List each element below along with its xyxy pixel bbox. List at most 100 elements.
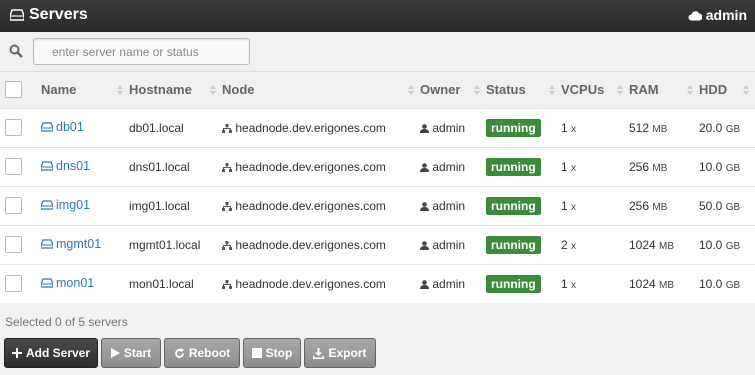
server-name: mon01 [56,276,95,291]
node-name: headnode.dev.erigones.com [235,276,386,291]
download-icon [313,347,325,359]
search-bar [0,32,755,72]
node-name: headnode.dev.erigones.com [235,120,386,135]
vcpus-unit: x [571,201,577,213]
hdd-unit: GB [725,201,741,213]
server-name: dns01 [56,159,91,173]
row-checkbox[interactable] [5,236,22,253]
server-name-link[interactable]: dns01 [41,159,90,173]
add-server-button[interactable]: Add Server [4,338,98,368]
hostname: mon01.local [129,276,194,291]
hdd-icon [41,161,53,171]
column-header-status[interactable]: Status [486,72,561,108]
row-checkbox[interactable] [5,119,22,136]
sort-icon [687,85,693,95]
status-badge: running [486,196,541,215]
hdd-value: 10.0 [699,159,723,174]
top-bar: Servers admin [0,0,755,32]
page-title-text: Servers [29,6,88,23]
server-name-link[interactable]: img01 [41,198,90,212]
page-title: Servers [10,6,88,24]
user-icon [420,163,429,172]
column-header-node[interactable]: Node [222,72,420,108]
vcpus-unit: x [571,123,577,135]
row-checkbox[interactable] [5,275,22,293]
export-button[interactable]: Export [304,338,376,368]
table-row[interactable]: img01 img01.local headnode.dev.erigones.c… [0,186,755,225]
stop-button[interactable]: Stop [243,338,301,368]
sort-icon [408,85,414,95]
start-button[interactable]: Start [101,338,161,368]
node-name: headnode.dev.erigones.com [235,198,386,213]
column-header-hostname[interactable]: Hostname [129,72,222,108]
sitemap-icon [222,201,232,211]
column-header-ram[interactable]: RAM [629,72,699,108]
stop-icon [251,348,262,358]
server-name-link[interactable]: mon01 [41,276,94,290]
vcpus-value: 2 [561,237,568,252]
server-name-link[interactable]: mgmt01 [41,237,101,251]
ram-value: 256 [629,198,650,213]
hdd-icon [41,239,53,249]
cloud-icon [688,10,702,20]
hdd-unit: GB [725,240,741,252]
hostname: dns01.local [129,159,190,174]
sort-icon [210,85,216,95]
hdd-value: 50.0 [699,198,723,213]
sitemap-icon [222,280,232,290]
sitemap-icon [222,162,232,172]
search-icon [9,44,23,58]
column-header-name[interactable]: Name [41,72,129,108]
column-header-vcpus[interactable]: VCPUs [561,72,629,108]
ram-value: 1024 [629,276,656,291]
hdd-value: 10.0 [699,237,723,252]
server-name: db01 [56,120,84,134]
reboot-button[interactable]: Reboot [164,338,240,368]
plus-icon [11,348,22,358]
table-header-row: Name Hostname Node Owner Status VCPUs RA… [0,72,755,108]
node-name: headnode.dev.erigones.com [235,237,386,252]
server-name: img01 [56,198,91,212]
table-row[interactable]: dns01 dns01.local headnode.dev.erigones.c… [0,147,755,186]
owner-name: admin [432,120,466,135]
owner-name: admin [432,237,466,252]
column-header-hdd[interactable]: HDD [699,72,755,108]
table-row[interactable]: mgmt01 mgmt01.local headnode.dev.erigones… [0,225,755,264]
owner-name: admin [432,159,466,174]
table-body: db01 db01.local headnode.dev.erigones.com… [0,108,755,303]
row-checkbox[interactable] [5,197,22,214]
sort-icon [117,85,123,95]
hdd-unit: GB [725,162,741,174]
hdd-icon [41,200,53,210]
hostname: img01.local [129,198,190,213]
servers-table: Name Hostname Node Owner Status VCPUs RA… [0,72,755,303]
ram-unit: MB [659,240,675,252]
ram-unit: MB [659,279,675,291]
search-input[interactable] [33,38,250,65]
hostname: mgmt01.local [129,237,201,252]
table-row[interactable]: mon01 mon01.local headnode.dev.erigones.c… [0,264,755,303]
user-menu[interactable]: admin [688,7,747,23]
table-row[interactable]: db01 db01.local headnode.dev.erigones.com… [0,108,755,147]
hdd-unit: GB [725,123,741,135]
status-badge: running [486,157,541,176]
server-name-link[interactable]: db01 [41,120,84,134]
play-icon [110,348,120,358]
ram-unit: MB [652,201,668,213]
user-icon [420,202,429,211]
user-icon [420,124,429,133]
status-badge: running [486,118,541,137]
status-badge: running [486,274,541,293]
status-badge: running [486,235,541,254]
sort-icon [474,85,480,95]
sitemap-icon [222,240,232,250]
column-header-owner[interactable]: Owner [420,72,486,108]
ram-unit: MB [652,162,668,174]
user-name: admin [705,7,747,23]
ram-value: 256 [629,159,650,174]
select-all-checkbox[interactable] [5,81,22,99]
owner-name: admin [432,198,466,213]
row-checkbox[interactable] [5,158,22,175]
hdd-unit: GB [725,279,741,291]
vcpus-value: 1 [561,198,568,213]
